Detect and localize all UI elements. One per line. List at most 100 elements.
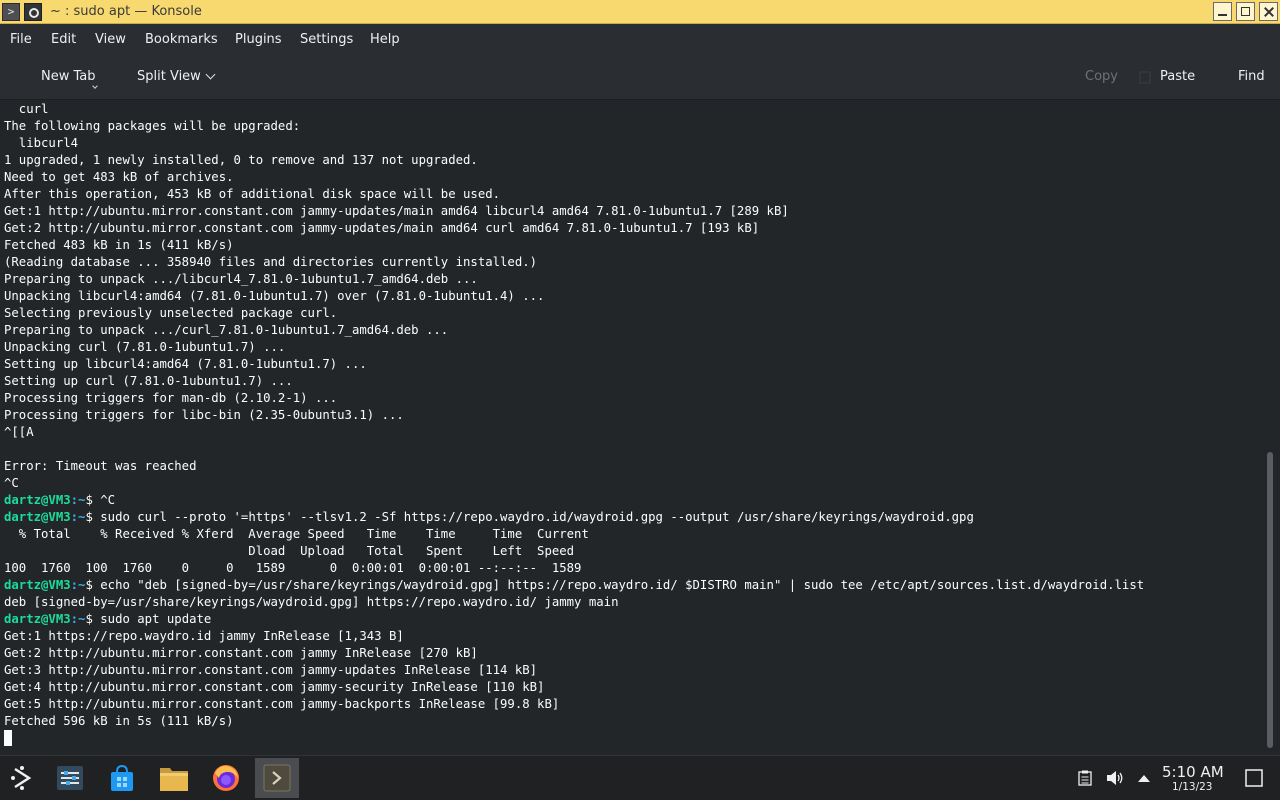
tray-expand-icon[interactable] xyxy=(1137,773,1151,783)
line-text: $ ^C xyxy=(85,493,116,507)
menu-edit[interactable]: Edit xyxy=(51,32,76,47)
terminal-line: Get:1 http://ubuntu.mirror.constant.com … xyxy=(4,203,1144,220)
prompt-user: dartz@VM3 xyxy=(4,578,71,592)
line-text: The following packages will be upgraded: xyxy=(4,119,301,133)
line-text: $ sudo apt update xyxy=(85,612,212,626)
konsole-icon[interactable] xyxy=(263,764,291,792)
clock-date[interactable]: 1/13/23 xyxy=(1172,781,1212,793)
menu-help[interactable]: Help xyxy=(370,32,400,47)
clipboard-icon[interactable] xyxy=(1078,770,1092,786)
line-text: Dload Upload Total Spent Left Speed xyxy=(4,544,575,558)
clock-time[interactable]: 5:10 AM xyxy=(1162,763,1224,781)
line-text: % Total % Received % Xferd Average Speed… xyxy=(4,527,589,541)
menu-bookmarks[interactable]: Bookmarks xyxy=(145,32,218,47)
new-tab-icon xyxy=(22,72,35,83)
terminal-line: Processing triggers for man-db (2.10.2-1… xyxy=(4,390,1144,407)
line-text: Processing triggers for man-db (2.10.2-1… xyxy=(4,391,338,405)
window-titlebar[interactable]: > ~ : sudo apt — Konsole xyxy=(0,0,1280,24)
line-text: Preparing to unpack .../curl_7.81.0-1ubu… xyxy=(4,323,449,337)
close-button[interactable] xyxy=(1259,2,1278,21)
window-title: ~ : sudo apt — Konsole xyxy=(50,4,202,19)
split-view-button[interactable]: Split View xyxy=(137,69,201,84)
terminal-line: Get:2 http://ubuntu.mirror.constant.com … xyxy=(4,220,1144,237)
show-desktop-icon[interactable] xyxy=(1245,769,1263,787)
line-text: Get:3 http://ubuntu.mirror.constant.com … xyxy=(4,663,538,677)
terminal-line: Setting up curl (7.81.0-1ubuntu1.7) ... xyxy=(4,373,1144,390)
terminal-line: The following packages will be upgraded: xyxy=(4,118,1144,135)
toolbar: New Tab Split View Copy Paste Find xyxy=(0,54,1280,100)
maximize-button[interactable] xyxy=(1236,2,1255,21)
line-text: ^C xyxy=(4,476,19,490)
line-text: Preparing to unpack .../libcurl4_7.81.0-… xyxy=(4,272,478,286)
terminal-line: Error: Timeout was reached xyxy=(4,458,1144,475)
menu-file[interactable]: File xyxy=(10,32,32,47)
terminal-line: Selecting previously unselected package … xyxy=(4,305,1144,322)
file-manager-icon[interactable] xyxy=(159,764,189,792)
menu-bar: File Edit View Bookmarks Plugins Setting… xyxy=(0,24,1280,54)
prompt-user: dartz@VM3 xyxy=(4,510,71,524)
menu-view[interactable]: View xyxy=(95,32,126,47)
line-text: deb [signed-by=/usr/share/keyrings/waydr… xyxy=(4,595,619,609)
split-view-icon xyxy=(116,70,129,83)
menu-settings[interactable]: Settings xyxy=(300,32,353,47)
menu-plugins[interactable]: Plugins xyxy=(235,32,282,47)
terminal-prompt-line: dartz@VM3:~$ sudo apt update xyxy=(4,611,1144,628)
terminal-line: After this operation, 453 kB of addition… xyxy=(4,186,1144,203)
line-text: Need to get 483 kB of archives. xyxy=(4,170,234,184)
system-settings-icon[interactable] xyxy=(56,765,84,791)
terminal-line: libcurl4 xyxy=(4,135,1144,152)
new-tab-button[interactable]: New Tab xyxy=(41,69,96,84)
prompt-user: dartz@VM3 xyxy=(4,493,71,507)
find-button[interactable]: Find xyxy=(1238,69,1265,84)
volume-icon[interactable] xyxy=(1106,770,1124,786)
terminal-line: Dload Upload Total Spent Left Speed xyxy=(4,543,1144,560)
line-text: Fetched 596 kB in 5s (111 kB/s) xyxy=(4,714,234,728)
terminal-line: 100 1760 100 1760 0 0 1589 0 0:00:01 0:0… xyxy=(4,560,1144,577)
prompt-path: :~ xyxy=(70,612,86,626)
terminal-line: Get:2 http://ubuntu.mirror.constant.com … xyxy=(4,645,1144,662)
prompt-path: :~ xyxy=(70,493,86,507)
line-text: libcurl4 xyxy=(4,136,79,150)
minimize-button[interactable] xyxy=(1213,2,1232,21)
terminal-prompt-line: dartz@VM3:~$ sudo curl --proto '=https' … xyxy=(4,509,1144,526)
line-text: Fetched 483 kB in 1s (411 kB/s) xyxy=(4,238,234,252)
terminal-line: ^C xyxy=(4,475,1144,492)
terminal-cursor xyxy=(4,730,12,746)
terminal-view[interactable]: curl The following packages will be upgra… xyxy=(0,100,1262,755)
paste-button[interactable]: Paste xyxy=(1160,69,1195,84)
prompt-path: :~ xyxy=(70,578,86,592)
terminal-line: Unpacking libcurl4:amd64 (7.81.0-1ubuntu… xyxy=(4,288,1144,305)
terminal-line: Preparing to unpack .../libcurl4_7.81.0-… xyxy=(4,271,1144,288)
terminal-line: Get:3 http://ubuntu.mirror.constant.com … xyxy=(4,662,1144,679)
line-text: Unpacking libcurl4:amd64 (7.81.0-1ubuntu… xyxy=(4,289,545,303)
line-text: (Reading database ... 358940 files and d… xyxy=(4,255,538,269)
terminal-line: Preparing to unpack .../curl_7.81.0-1ubu… xyxy=(4,322,1144,339)
prompt-path: :~ xyxy=(70,510,86,524)
pin-icon[interactable] xyxy=(24,3,42,21)
line-text: $ sudo curl --proto '=https' --tlsv1.2 -… xyxy=(85,510,974,524)
line-text: Get:1 http://ubuntu.mirror.constant.com … xyxy=(4,204,789,218)
firefox-icon[interactable] xyxy=(211,763,241,793)
copy-button[interactable]: Copy xyxy=(1085,69,1118,84)
terminal-line: Setting up libcurl4:amd64 (7.81.0-1ubunt… xyxy=(4,356,1144,373)
line-text: Unpacking curl (7.81.0-1ubuntu1.7) ... xyxy=(4,340,286,354)
terminal-line: Processing triggers for libc-bin (2.35-0… xyxy=(4,407,1144,424)
terminal-prompt-line: dartz@VM3:~$ ^C xyxy=(4,492,1144,509)
prompt-user: dartz@VM3 xyxy=(4,612,71,626)
line-text: Error: Timeout was reached xyxy=(4,459,197,473)
discover-store-icon[interactable] xyxy=(109,763,135,793)
line-text: 100 1760 100 1760 0 0 1589 0 0:00:01 0:0… xyxy=(4,561,582,575)
application-launcher-icon[interactable] xyxy=(9,765,35,791)
terminal-line: Get:4 http://ubuntu.mirror.constant.com … xyxy=(4,679,1144,696)
terminal-line: (Reading database ... 358940 files and d… xyxy=(4,254,1144,271)
terminal-icon[interactable]: > xyxy=(2,3,20,21)
line-text: Get:4 http://ubuntu.mirror.constant.com … xyxy=(4,680,545,694)
terminal-line: ^[[A xyxy=(4,424,1144,441)
terminal-line: Get:5 http://ubuntu.mirror.constant.com … xyxy=(4,696,1144,713)
line-text: Get:2 http://ubuntu.mirror.constant.com … xyxy=(4,221,760,235)
line-text: Get:2 http://ubuntu.mirror.constant.com … xyxy=(4,646,478,660)
terminal-line: Fetched 596 kB in 5s (111 kB/s) xyxy=(4,713,1144,730)
line-text: ^[[A xyxy=(4,425,34,439)
scrollbar-thumb[interactable] xyxy=(1267,452,1273,748)
